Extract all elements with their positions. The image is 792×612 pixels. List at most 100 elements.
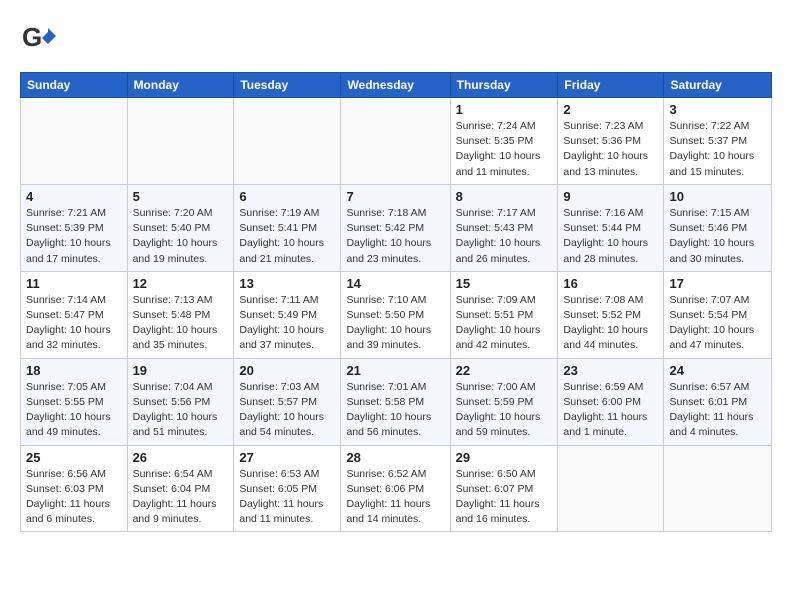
cell-day-info: Sunrise: 7:24 AMSunset: 5:35 PMDaylight:… [456,119,553,180]
cell-day-info: Sunrise: 6:52 AMSunset: 6:06 PMDaylight:… [346,467,444,528]
cell-day-info: Sunrise: 7:17 AMSunset: 5:43 PMDaylight:… [456,206,553,267]
cell-day-info: Sunrise: 6:54 AMSunset: 6:04 PMDaylight:… [133,467,229,528]
calendar-cell: 26 Sunrise: 6:54 AMSunset: 6:04 PMDayligh… [127,445,234,532]
cell-day-info: Sunrise: 6:53 AMSunset: 6:05 PMDaylight:… [239,467,335,528]
cell-date-number: 22 [456,363,553,378]
cell-day-info: Sunrise: 7:10 AMSunset: 5:50 PMDaylight:… [346,293,444,354]
cell-day-info: Sunrise: 7:21 AMSunset: 5:39 PMDaylight:… [26,206,122,267]
cell-day-info: Sunrise: 7:09 AMSunset: 5:51 PMDaylight:… [456,293,553,354]
calendar-cell: 2 Sunrise: 7:23 AMSunset: 5:36 PMDaylight… [558,98,664,185]
cell-date-number: 11 [26,276,122,291]
calendar-cell: 22 Sunrise: 7:00 AMSunset: 5:59 PMDayligh… [450,358,558,445]
cell-day-info: Sunrise: 6:50 AMSunset: 6:07 PMDaylight:… [456,467,553,528]
calendar-cell: 25 Sunrise: 6:56 AMSunset: 6:03 PMDayligh… [21,445,128,532]
calendar-cell: 18Sunrise: 7:05 AMSunset: 5:55 PMDayligh… [21,358,128,445]
cell-day-info: Sunrise: 7:04 AMSunset: 5:56 PMDaylight:… [133,380,229,441]
cell-day-info: Sunrise: 7:14 AMSunset: 5:47 PMDaylight:… [26,293,122,354]
calendar-table: SundayMondayTuesdayWednesdayThursdayFrid… [20,72,772,532]
calendar-cell: 3 Sunrise: 7:22 AMSunset: 5:37 PMDaylight… [664,98,772,185]
cell-date-number: 9 [563,189,658,204]
cell-day-info: Sunrise: 7:13 AMSunset: 5:48 PMDaylight:… [133,293,229,354]
col-header-wednesday: Wednesday [341,73,450,98]
calendar-cell: 19 Sunrise: 7:04 AMSunset: 5:56 PMDayligh… [127,358,234,445]
cell-date-number: 29 [456,450,553,465]
cell-date-number: 13 [239,276,335,291]
col-header-monday: Monday [127,73,234,98]
cell-day-info: Sunrise: 7:20 AMSunset: 5:40 PMDaylight:… [133,206,229,267]
cell-date-number: 5 [133,189,229,204]
cell-date-number: 12 [133,276,229,291]
cell-day-info: Sunrise: 7:00 AMSunset: 5:59 PMDaylight:… [456,380,553,441]
cell-date-number: 14 [346,276,444,291]
cell-date-number: 3 [669,102,766,117]
calendar-cell: 21 Sunrise: 7:01 AMSunset: 5:58 PMDayligh… [341,358,450,445]
cell-date-number: 21 [346,363,444,378]
calendar-cell: 5 Sunrise: 7:20 AMSunset: 5:40 PMDaylight… [127,184,234,271]
cell-date-number: 15 [456,276,553,291]
cell-date-number: 7 [346,189,444,204]
calendar-cell: 28 Sunrise: 6:52 AMSunset: 6:06 PMDayligh… [341,445,450,532]
cell-date-number: 1 [456,102,553,117]
calendar-cell: 1 Sunrise: 7:24 AMSunset: 5:35 PMDaylight… [450,98,558,185]
calendar-cell: 7 Sunrise: 7:18 AMSunset: 5:42 PMDaylight… [341,184,450,271]
col-header-friday: Friday [558,73,664,98]
cell-day-info: Sunrise: 7:18 AMSunset: 5:42 PMDaylight:… [346,206,444,267]
cell-day-info: Sunrise: 6:57 AMSunset: 6:01 PMDaylight:… [669,380,766,441]
calendar-cell [21,98,128,185]
col-header-saturday: Saturday [664,73,772,98]
calendar-cell: 15 Sunrise: 7:09 AMSunset: 5:51 PMDayligh… [450,271,558,358]
logo: G [20,20,60,56]
calendar-cell: 11 Sunrise: 7:14 AMSunset: 5:47 PMDayligh… [21,271,128,358]
cell-day-info: Sunrise: 7:01 AMSunset: 5:58 PMDaylight:… [346,380,444,441]
calendar-cell: 9 Sunrise: 7:16 AMSunset: 5:44 PMDaylight… [558,184,664,271]
calendar-cell [664,445,772,532]
cell-day-info: Sunrise: 6:59 AMSunset: 6:00 PMDaylight:… [563,380,658,441]
cell-day-info: Sunrise: 7:23 AMSunset: 5:36 PMDaylight:… [563,119,658,180]
col-header-thursday: Thursday [450,73,558,98]
calendar-cell: 13 Sunrise: 7:11 AMSunset: 5:49 PMDayligh… [234,271,341,358]
calendar-cell: 6 Sunrise: 7:19 AMSunset: 5:41 PMDaylight… [234,184,341,271]
calendar-cell: 23 Sunrise: 6:59 AMSunset: 6:00 PMDayligh… [558,358,664,445]
svg-text:G: G [22,22,42,52]
calendar-cell [127,98,234,185]
cell-day-info: Sunrise: 7:22 AMSunset: 5:37 PMDaylight:… [669,119,766,180]
cell-day-info: Sunrise: 7:16 AMSunset: 5:44 PMDaylight:… [563,206,658,267]
calendar-cell [341,98,450,185]
cell-date-number: 28 [346,450,444,465]
cell-day-info: Sunrise: 7:07 AMSunset: 5:54 PMDaylight:… [669,293,766,354]
cell-date-number: 17 [669,276,766,291]
calendar-cell: 29 Sunrise: 6:50 AMSunset: 6:07 PMDayligh… [450,445,558,532]
cell-day-info: Sunrise: 6:56 AMSunset: 6:03 PMDaylight:… [26,467,122,528]
calendar-cell: 4 Sunrise: 7:21 AMSunset: 5:39 PMDaylight… [21,184,128,271]
calendar-cell: 27 Sunrise: 6:53 AMSunset: 6:05 PMDayligh… [234,445,341,532]
cell-date-number: 20 [239,363,335,378]
cell-date-number: 4 [26,189,122,204]
cell-day-info: Sunrise: 7:11 AMSunset: 5:49 PMDaylight:… [239,293,335,354]
cell-date-number: 23 [563,363,658,378]
cell-date-number: 18 [26,363,122,378]
cell-date-number: 10 [669,189,766,204]
cell-date-number: 26 [133,450,229,465]
cell-date-number: 6 [239,189,335,204]
page-header: G [20,20,772,56]
calendar-cell: 12 Sunrise: 7:13 AMSunset: 5:48 PMDayligh… [127,271,234,358]
calendar-cell: 16 Sunrise: 7:08 AMSunset: 5:52 PMDayligh… [558,271,664,358]
cell-day-info: Sunrise: 7:19 AMSunset: 5:41 PMDaylight:… [239,206,335,267]
logo-icon: G [20,20,56,56]
calendar-cell [234,98,341,185]
cell-date-number: 19 [133,363,229,378]
cell-date-number: 25 [26,450,122,465]
cell-date-number: 2 [563,102,658,117]
cell-day-info: Sunrise: 7:15 AMSunset: 5:46 PMDaylight:… [669,206,766,267]
cell-day-info: Sunrise: 7:08 AMSunset: 5:52 PMDaylight:… [563,293,658,354]
cell-day-info: Sunrise: 7:03 AMSunset: 5:57 PMDaylight:… [239,380,335,441]
cell-date-number: 8 [456,189,553,204]
col-header-tuesday: Tuesday [234,73,341,98]
calendar-cell [558,445,664,532]
calendar-cell: 14 Sunrise: 7:10 AMSunset: 5:50 PMDayligh… [341,271,450,358]
calendar-cell: 24 Sunrise: 6:57 AMSunset: 6:01 PMDayligh… [664,358,772,445]
cell-date-number: 16 [563,276,658,291]
cell-date-number: 24 [669,363,766,378]
calendar-cell: 20 Sunrise: 7:03 AMSunset: 5:57 PMDayligh… [234,358,341,445]
cell-date-number: 27 [239,450,335,465]
